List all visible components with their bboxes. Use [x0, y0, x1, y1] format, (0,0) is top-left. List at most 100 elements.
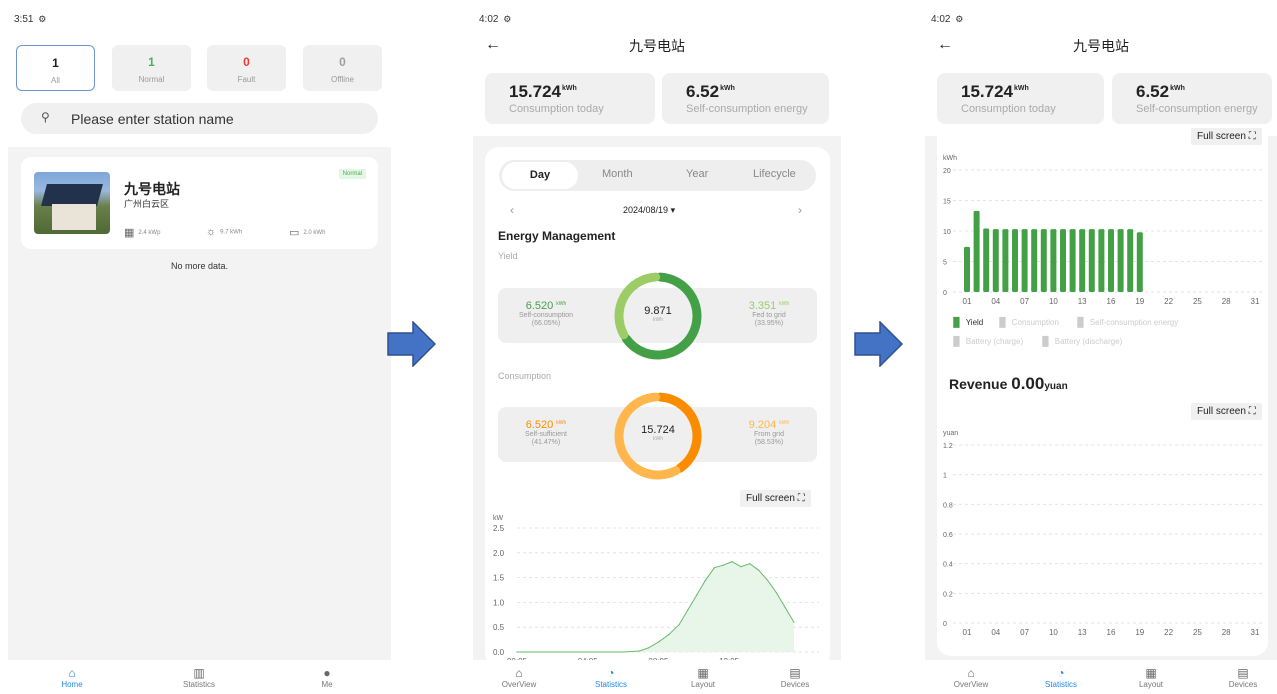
- prev-date-chevron-icon[interactable]: ‹: [510, 203, 514, 217]
- search-input[interactable]: ⚲ Please enter station name: [21, 103, 378, 134]
- yield-bar: [1117, 229, 1124, 292]
- self-consumption-label: Self-consumption: [518, 312, 574, 319]
- yield-bar: [973, 210, 980, 292]
- fed-to-grid-label: Fed to grid: [752, 312, 786, 319]
- x-tick-label: 16: [1107, 297, 1116, 306]
- solar-panel-icon: ▦: [124, 227, 135, 239]
- yield-bar: [964, 246, 970, 292]
- settings-gear-icon: ⚙: [503, 14, 512, 24]
- tab-lifecycle[interactable]: Lifecycle: [753, 168, 796, 180]
- x-tick-label: 28: [1222, 297, 1231, 306]
- yield-label: Yield: [498, 251, 518, 261]
- legend-yield[interactable]: ▐▌ Yield: [950, 317, 983, 327]
- y-tick-label: 1.0: [493, 598, 505, 607]
- unit: kWh: [1170, 85, 1185, 92]
- bottom-nav: ⌂ Home ▥ Statistics ● Me: [8, 660, 391, 694]
- yield-bar: [1060, 229, 1066, 292]
- self-sufficient-pct: (41.47%): [531, 439, 561, 446]
- self-consumption-value: 6.52: [686, 82, 720, 101]
- yield-bar: [1079, 229, 1086, 292]
- full-screen-button[interactable]: Full screen ⛶: [1191, 128, 1262, 145]
- nav-statistics[interactable]: ▥ Statistics: [159, 666, 239, 689]
- x-tick-label: 01: [963, 628, 972, 637]
- sun-icon: ☼: [206, 226, 217, 238]
- power-point: [722, 564, 724, 566]
- home-icon: ⌂: [515, 666, 523, 680]
- legend-battery-charge[interactable]: ▐▌ Battery (charge): [950, 336, 1023, 346]
- y-tick-label: 0: [943, 621, 947, 628]
- nav-me[interactable]: ● Me: [287, 666, 367, 689]
- from-grid-pct: (58.53%): [754, 439, 784, 446]
- filter-normal[interactable]: 1 Normal: [112, 45, 191, 91]
- x-tick-label: 04: [991, 628, 1000, 637]
- nav-devices[interactable]: ▤ Devices: [1203, 666, 1277, 689]
- x-tick-label: 22: [1164, 628, 1173, 637]
- x-tick-label: 01: [963, 297, 972, 306]
- y-tick-label: 1: [943, 473, 947, 480]
- revenue-label: Revenue: [949, 376, 1008, 392]
- power-point: [758, 569, 760, 571]
- yield-bar: [992, 229, 999, 292]
- yield-bar: [983, 228, 990, 292]
- y-tick-label: 0.0: [493, 648, 505, 657]
- station-location: 广州白云区: [124, 199, 170, 209]
- tab-month[interactable]: Month: [602, 168, 633, 180]
- y-tick-label: 0.8: [943, 502, 953, 509]
- bar-chart-icon: ▐▌: [950, 336, 963, 346]
- date-selector[interactable]: 2024/08/19 ▾: [623, 205, 675, 216]
- page-title: 九号电站: [1073, 38, 1129, 54]
- nav-home[interactable]: ⌂ Home: [32, 666, 112, 689]
- nav-layout[interactable]: ▦ Layout: [1111, 666, 1191, 689]
- bar-chart-icon: ▥: [193, 666, 205, 680]
- x-tick-label: 19: [1135, 628, 1144, 637]
- expand-icon: ⛶: [1248, 131, 1256, 142]
- status-bar: 3:51 ⚙: [14, 14, 47, 25]
- legend-battery-discharge[interactable]: ▐▌ Battery (discharge): [1039, 336, 1122, 346]
- flow-arrow-icon: [854, 321, 904, 367]
- filter-count: 1: [52, 56, 59, 70]
- consumption-today-value: 15.724: [961, 82, 1013, 101]
- power-point: [784, 606, 786, 608]
- y-axis-unit: kW: [493, 515, 504, 522]
- bar-chart-icon: ▐▌: [1074, 317, 1087, 327]
- full-screen-button[interactable]: Full screen ⛶: [1191, 403, 1262, 420]
- fed-to-grid-kwh: 3.351: [748, 300, 777, 312]
- legend-self-consumption[interactable]: ▐▌ Self-consumption energy: [1074, 317, 1178, 327]
- yield-bar: [1040, 229, 1047, 292]
- filter-all[interactable]: 1 All: [16, 45, 95, 91]
- tab-day[interactable]: Day: [502, 162, 578, 189]
- bottom-nav: ⌂ OverView ◔ Statistics ▦ Layout ▤ Devices: [473, 660, 841, 694]
- legend-consumption[interactable]: ▐▌ Consumption: [996, 317, 1059, 327]
- power-point: [731, 561, 733, 563]
- x-tick-label: 07: [1020, 628, 1029, 637]
- nav-statistics[interactable]: ◔ Statistics: [1021, 666, 1101, 689]
- filter-fault[interactable]: 0 Fault: [207, 45, 286, 91]
- y-axis-unit: yuan: [943, 430, 958, 437]
- nav-devices[interactable]: ▤ Devices: [755, 666, 835, 689]
- nav-overview[interactable]: ⌂ OverView: [479, 666, 559, 689]
- pie-chart-icon: ◔: [1057, 666, 1065, 680]
- nav-layout[interactable]: ▦ Layout: [663, 666, 743, 689]
- bar-chart-icon: ▐▌: [1039, 336, 1052, 346]
- full-screen-button[interactable]: Full screen ⛶: [740, 490, 811, 507]
- filter-offline[interactable]: 0 Offline: [303, 45, 382, 91]
- next-date-chevron-icon[interactable]: ›: [798, 203, 802, 217]
- user-icon: ●: [323, 666, 331, 680]
- from-grid-label: From grid: [754, 431, 784, 438]
- tab-year[interactable]: Year: [686, 168, 708, 180]
- y-tick-label: 15: [943, 199, 951, 206]
- filter-label: Fault: [237, 75, 256, 84]
- nav-overview[interactable]: ⌂ OverView: [931, 666, 1011, 689]
- nav-statistics[interactable]: ◔ Statistics: [571, 666, 651, 689]
- search-placeholder: Please enter station name: [71, 111, 234, 127]
- home-icon: ⌂: [68, 666, 76, 680]
- y-axis-unit: kWh: [943, 155, 957, 162]
- station-card[interactable]: 九号电站 广州白云区 Normal ▦ 2.4 kWp ☼ 9.7 kWh ▭ 2.0…: [21, 157, 378, 249]
- revenue-bar-chart: yuan 0 0.2 0.4 0.6 0.8 1 1.2 01 04 07 10 13 16 19 22 25 2…: [943, 430, 1265, 637]
- x-tick-label: 22: [1164, 297, 1173, 306]
- y-tick-label: 20: [943, 168, 951, 175]
- x-tick-label: 25: [1193, 628, 1202, 637]
- x-tick-label: 31: [1251, 628, 1260, 637]
- y-tick-label: 2.5: [493, 524, 505, 533]
- settings-gear-icon: ⚙: [955, 14, 964, 24]
